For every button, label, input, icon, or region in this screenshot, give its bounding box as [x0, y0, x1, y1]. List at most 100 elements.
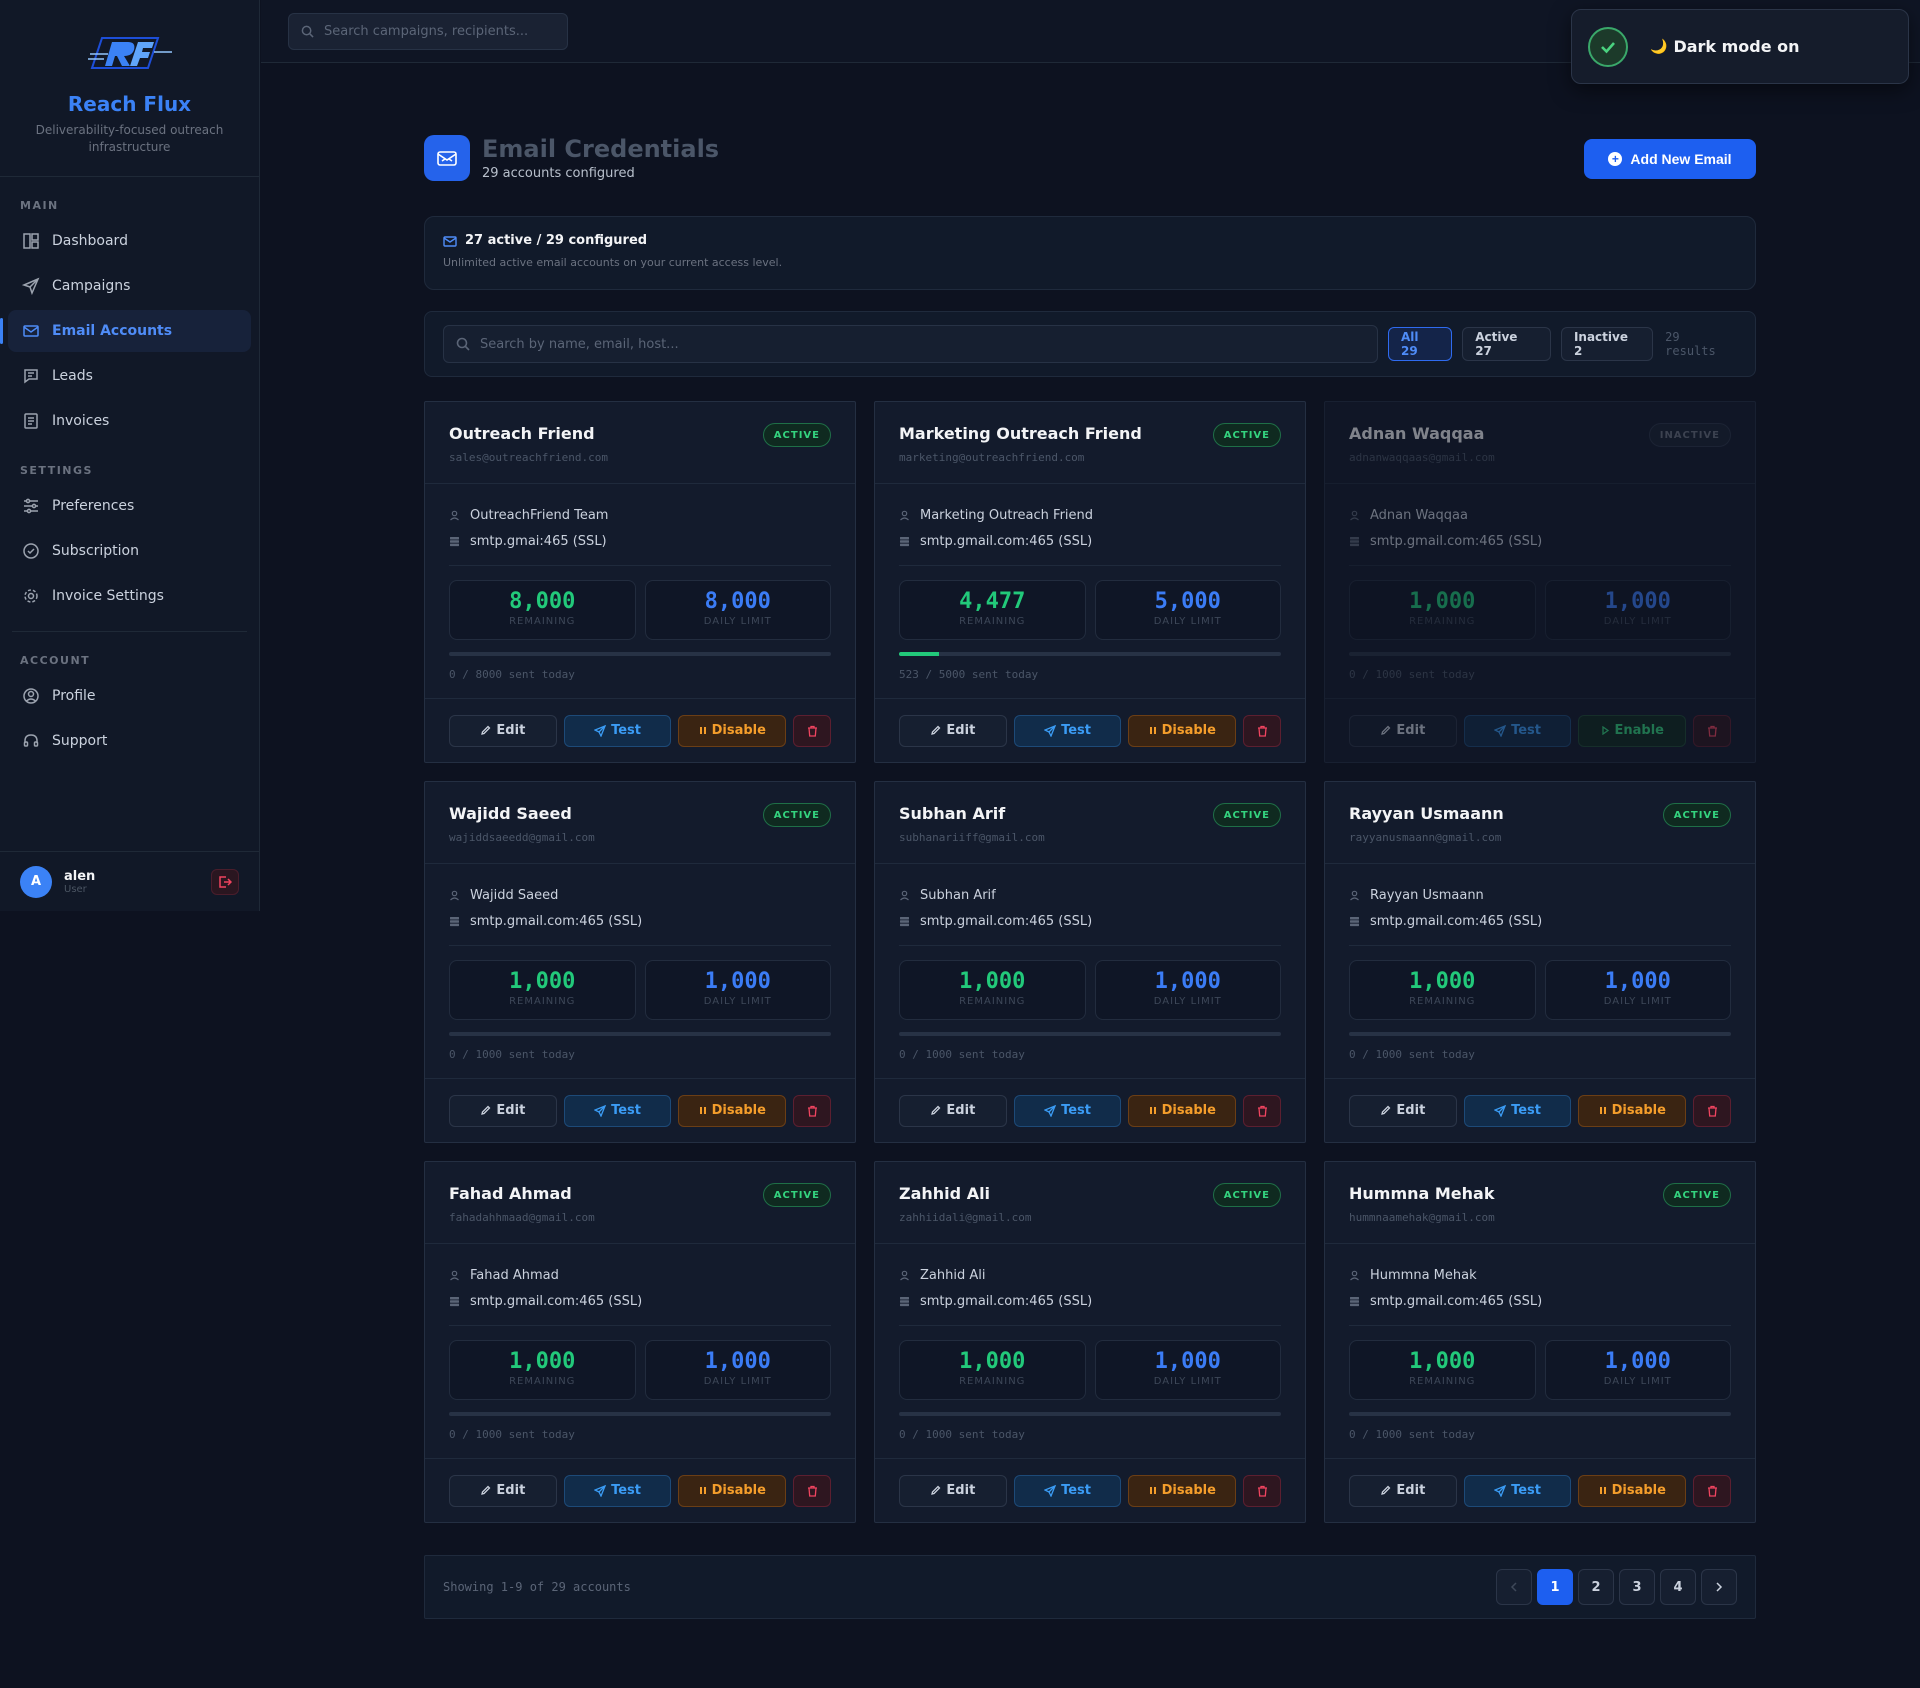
disable-button[interactable]: Disable: [1128, 1094, 1237, 1127]
page-button-3[interactable]: 3: [1619, 1569, 1655, 1605]
edit-button[interactable]: Edit: [899, 1094, 1007, 1127]
brand-tagline: Deliverability-focused outreach infrastr…: [35, 123, 224, 154]
daily-limit-label: DAILY LIMIT: [1603, 616, 1672, 627]
test-button[interactable]: Test: [1013, 1094, 1122, 1127]
account-email: subhanariiff@gmail.com: [899, 831, 1045, 844]
disable-button[interactable]: Disable: [1128, 714, 1237, 747]
disable-button[interactable]: Disable: [678, 1094, 787, 1127]
delete-button[interactable]: [1243, 714, 1281, 747]
sidebar-item-invoice-settings[interactable]: Invoice Settings: [8, 575, 251, 617]
sidebar-item-profile[interactable]: Profile: [8, 675, 251, 717]
daily-limit-label: DAILY LIMIT: [1153, 996, 1222, 1007]
sidebar-item-support[interactable]: Support: [8, 720, 251, 762]
daily-limit-stat: 1,000 DAILY LIMIT: [1544, 580, 1731, 640]
edit-button[interactable]: Edit: [1349, 714, 1457, 747]
daily-limit-label: DAILY LIMIT: [1603, 996, 1672, 1007]
card-body: Fahad Ahmad smtp.gmail.com:465 (SSL) 1,0…: [425, 1244, 855, 1441]
logout-button[interactable]: [211, 868, 239, 895]
sidebar-item-dashboard[interactable]: Dashboard: [8, 220, 251, 262]
global-search[interactable]: [288, 13, 568, 50]
test-label: Test: [611, 723, 642, 738]
daily-limit-stat: 5,000 DAILY LIMIT: [1094, 580, 1281, 640]
page-button-1[interactable]: 1: [1537, 1569, 1573, 1605]
add-new-email-button[interactable]: + Add New Email: [1584, 139, 1756, 179]
sender-name-text: Fahad Ahmad: [470, 1267, 559, 1283]
test-button[interactable]: Test: [563, 714, 672, 747]
delete-button[interactable]: [1693, 714, 1731, 747]
disable-button[interactable]: Disable: [678, 714, 787, 747]
sidebar-item-leads[interactable]: Leads: [8, 355, 251, 397]
filter-chip-active[interactable]: Active 27: [1462, 327, 1551, 361]
edit-button[interactable]: Edit: [1349, 1094, 1457, 1127]
daily-limit-value: 8,000: [704, 589, 771, 614]
user-bar: A alen User: [0, 851, 259, 911]
sent-progress-bar: [449, 652, 831, 656]
disable-button[interactable]: Disable: [1578, 1094, 1687, 1127]
disable-button[interactable]: Disable: [678, 1474, 787, 1507]
toast-message: 🌙 Dark mode on: [1650, 37, 1800, 56]
delete-button[interactable]: [1243, 1474, 1281, 1507]
account-card: Adnan Waqqaa adnanwaqqaas@gmail.com INAC…: [1324, 401, 1756, 763]
delete-button[interactable]: [1243, 1094, 1281, 1127]
sidebar-item-preferences[interactable]: Preferences: [8, 485, 251, 527]
sidebar-item-campaigns[interactable]: Campaigns: [8, 265, 251, 307]
sidebar-item-invoices[interactable]: Invoices: [8, 400, 251, 442]
avatar[interactable]: A: [20, 865, 52, 898]
user-icon: [449, 890, 470, 901]
toggle-label: Disable: [1611, 1483, 1666, 1498]
page-button-4[interactable]: 4: [1660, 1569, 1696, 1605]
test-button[interactable]: Test: [1013, 1474, 1122, 1507]
test-button[interactable]: Test: [1463, 714, 1572, 747]
delete-button[interactable]: [793, 1474, 831, 1507]
delete-button[interactable]: [1693, 1474, 1731, 1507]
edit-button[interactable]: Edit: [899, 714, 1007, 747]
trash-icon: [807, 725, 818, 737]
toast-text: Dark mode on: [1673, 37, 1800, 56]
test-button[interactable]: Test: [1463, 1094, 1572, 1127]
delete-button[interactable]: [793, 1094, 831, 1127]
dark-mode-toast: 🌙 Dark mode on: [1571, 9, 1909, 84]
sidebar-item-email-accounts[interactable]: Email Accounts: [0, 310, 251, 352]
filter-chip-all[interactable]: All 29: [1388, 327, 1453, 361]
daily-limit-stat: 1,000 DAILY LIMIT: [644, 1340, 831, 1400]
test-button[interactable]: Test: [1013, 714, 1122, 747]
pencil-icon: [930, 1485, 941, 1496]
card-body: Rayyan Usmaann smtp.gmail.com:465 (SSL) …: [1325, 864, 1755, 1061]
page-prev-button[interactable]: [1496, 1569, 1532, 1605]
sidebar-item-subscription[interactable]: Subscription: [8, 530, 251, 572]
pencil-icon: [1380, 1105, 1391, 1116]
server-icon: [1349, 536, 1370, 547]
reach-flux-logo-icon[interactable]: [87, 28, 172, 78]
account-search[interactable]: [443, 325, 1378, 363]
card-body: Wajidd Saeed smtp.gmail.com:465 (SSL) 1,…: [425, 864, 855, 1061]
disable-button[interactable]: Disable: [1128, 1474, 1237, 1507]
edit-button[interactable]: Edit: [899, 1474, 1007, 1507]
remaining-value: 1,000: [959, 1349, 1026, 1374]
enable-button[interactable]: Enable: [1578, 714, 1687, 747]
divider: [899, 1325, 1281, 1326]
test-button[interactable]: Test: [563, 1474, 672, 1507]
page-subtitle: 29 accounts configured: [482, 166, 635, 181]
delete-button[interactable]: [1693, 1094, 1731, 1127]
filter-chip-inactive[interactable]: Inactive 2: [1560, 327, 1654, 361]
test-button[interactable]: Test: [1463, 1474, 1572, 1507]
remaining-value: 1,000: [1409, 589, 1476, 614]
page-title: Email Credentials: [482, 135, 720, 163]
delete-button[interactable]: [793, 714, 831, 747]
page-button-2[interactable]: 2: [1578, 1569, 1614, 1605]
status-badge: INACTIVE: [1648, 423, 1731, 447]
global-search-input[interactable]: [324, 24, 554, 39]
edit-button[interactable]: Edit: [449, 1474, 557, 1507]
edit-button[interactable]: Edit: [1349, 1474, 1457, 1507]
account-card: Zahhid Ali zahhiidali@gmail.com ACTIVE Z…: [874, 1161, 1306, 1523]
edit-button[interactable]: Edit: [449, 714, 557, 747]
disable-button[interactable]: Disable: [1578, 1474, 1687, 1507]
test-button[interactable]: Test: [563, 1094, 672, 1127]
remaining-label: REMAINING: [1409, 996, 1476, 1007]
edit-button[interactable]: Edit: [449, 1094, 557, 1127]
smtp-host: smtp.gmail.com:465 (SSL): [449, 1288, 831, 1314]
account-search-input[interactable]: [480, 336, 1360, 352]
user-icon: [1349, 890, 1370, 901]
page-next-button[interactable]: [1701, 1569, 1737, 1605]
send-icon: [1494, 1104, 1507, 1117]
